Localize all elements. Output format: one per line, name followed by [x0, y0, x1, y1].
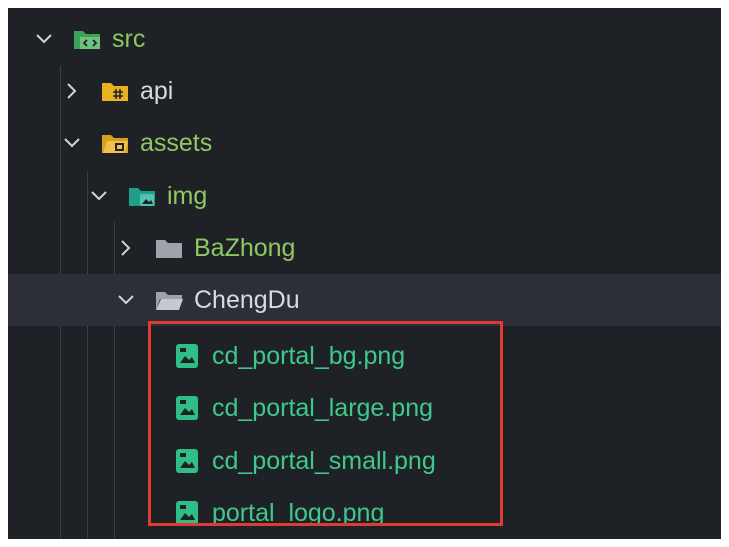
tree-item-assets[interactable]: assets [8, 117, 721, 169]
tree-item-chengdu[interactable]: ChengDu [8, 274, 721, 326]
tree-item-label: src [112, 25, 146, 53]
tree-item-label: api [140, 77, 174, 105]
tree-item-label: cd_portal_small.png [212, 447, 436, 475]
chevron-right-icon[interactable] [60, 79, 84, 103]
file-explorer-tree: src api assets img BaZhong ChengDu cd_po… [8, 8, 721, 539]
folder-assets-icon [100, 130, 130, 156]
tree-item-label: assets [140, 129, 213, 157]
tree-item-label: portal_logo.png [212, 499, 385, 527]
image-file-icon [172, 395, 202, 421]
folder-open-icon [154, 287, 184, 313]
tree-item-img[interactable]: img [8, 170, 721, 222]
chevron-down-icon[interactable] [87, 184, 111, 208]
tree-item-file[interactable]: portal_logo.png [8, 487, 721, 539]
tree-item-label: cd_portal_bg.png [212, 342, 406, 370]
image-file-icon [172, 343, 202, 369]
chevron-right-icon[interactable] [114, 236, 138, 260]
tree-item-api[interactable]: api [8, 65, 721, 117]
folder-api-icon [100, 78, 130, 104]
chevron-down-icon[interactable] [114, 288, 138, 312]
tree-item-src[interactable]: src [8, 13, 721, 65]
tree-item-file[interactable]: cd_portal_large.png [8, 382, 721, 434]
image-file-icon [172, 500, 202, 526]
chevron-down-icon[interactable] [32, 27, 56, 51]
folder-images-icon [127, 183, 157, 209]
tree-item-label: BaZhong [194, 234, 296, 262]
folder-icon [154, 235, 184, 261]
image-file-icon [172, 448, 202, 474]
tree-item-file[interactable]: cd_portal_bg.png [8, 330, 721, 382]
tree-item-label: ChengDu [194, 286, 300, 314]
chevron-down-icon[interactable] [60, 131, 84, 155]
tree-item-bazhong[interactable]: BaZhong [8, 222, 721, 274]
tree-item-file[interactable]: cd_portal_small.png [8, 435, 721, 487]
folder-code-icon [72, 26, 102, 52]
tree-item-label: img [167, 182, 208, 210]
tree-item-label: cd_portal_large.png [212, 394, 433, 422]
